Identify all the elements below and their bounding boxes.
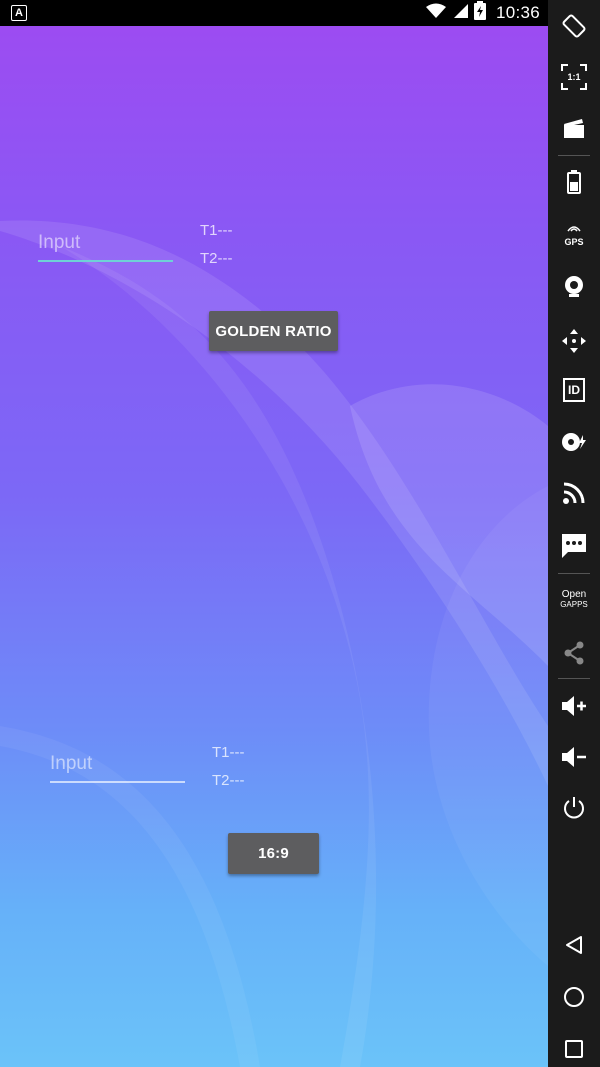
app-content: Input T1--- T2--- GOLDEN RATIO Input T1-… xyxy=(0,26,548,1067)
golden-t1-label: T1--- xyxy=(200,222,233,239)
share-icon xyxy=(564,641,584,665)
webcam-button[interactable] xyxy=(548,266,600,306)
gps-label: GPS xyxy=(564,237,584,247)
open-gapps-label-line1: Open xyxy=(561,589,587,600)
app-notification-icon: A xyxy=(11,5,27,21)
toolbar-divider xyxy=(558,678,590,679)
message-icon xyxy=(562,534,586,558)
toolbar-divider xyxy=(558,573,590,574)
disk-io-button[interactable] xyxy=(548,422,600,462)
sms-button[interactable] xyxy=(548,526,600,566)
device-screen: A 10:36 Input T1--- T2--- GOLDEN RATIO I… xyxy=(0,0,600,1067)
webcam-icon xyxy=(565,276,583,297)
ratio-169-button[interactable]: 16:9 xyxy=(228,833,319,874)
id-icon: ID xyxy=(563,378,585,402)
move-arrows-icon xyxy=(562,329,586,353)
signal-icon xyxy=(452,3,468,24)
gps-button[interactable]: GPS xyxy=(548,213,600,253)
battery-charging-icon xyxy=(473,1,486,25)
rotate-icon xyxy=(562,14,586,38)
one-to-one-label: 1:1 xyxy=(567,72,581,82)
wifi-icon xyxy=(425,3,446,24)
status-icons: 10:36 xyxy=(425,0,540,26)
cast-signal-icon xyxy=(563,482,585,504)
emulator-toolbar: 1:1 GPS ID Open GAPPS xyxy=(548,0,600,1067)
battery-button[interactable] xyxy=(548,162,600,202)
volume-down-icon xyxy=(562,747,586,767)
dpad-button[interactable] xyxy=(548,321,600,361)
gps-signal-icon xyxy=(567,226,581,232)
rotate-screen-button[interactable] xyxy=(548,6,600,46)
status-clock: 10:36 xyxy=(495,3,540,22)
ratio-169-t1-label: T1--- xyxy=(212,744,245,761)
ratio-169-input-field[interactable]: Input xyxy=(50,747,185,783)
nav-home-button[interactable] xyxy=(548,977,600,1017)
volume-down-button[interactable] xyxy=(548,737,600,777)
power-icon xyxy=(564,797,584,819)
back-triangle-icon xyxy=(566,936,582,954)
volume-up-button[interactable] xyxy=(548,686,600,726)
screen-record-button[interactable] xyxy=(548,108,600,148)
open-gapps-button[interactable]: Open GAPPS xyxy=(548,580,600,620)
golden-t2-label: T2--- xyxy=(200,250,233,267)
open-gapps-icon: Open GAPPS xyxy=(560,590,588,610)
wallpaper-waves xyxy=(0,220,548,1067)
status-bar: A 10:36 xyxy=(0,0,548,26)
remote-control-button[interactable] xyxy=(548,473,600,513)
volume-up-icon xyxy=(562,696,586,716)
device-id-button[interactable]: ID xyxy=(548,370,600,410)
golden-input-field[interactable]: Input xyxy=(38,226,173,262)
home-circle-icon xyxy=(564,987,584,1007)
share-button[interactable] xyxy=(548,633,600,673)
toolbar-divider xyxy=(558,155,590,156)
nav-recents-button[interactable] xyxy=(548,1029,600,1067)
open-gapps-label-line2: GAPPS xyxy=(560,600,588,609)
disk-flash-icon xyxy=(562,433,586,451)
nav-back-button[interactable] xyxy=(548,925,600,965)
recents-square-icon xyxy=(565,1040,583,1058)
power-button[interactable] xyxy=(548,788,600,828)
clapperboard-icon xyxy=(564,119,584,138)
golden-ratio-button[interactable]: GOLDEN RATIO xyxy=(209,311,338,351)
battery-icon xyxy=(567,170,581,194)
ratio-169-t2-label: T2--- xyxy=(212,772,245,789)
pixel-perfect-button[interactable]: 1:1 xyxy=(548,57,600,97)
